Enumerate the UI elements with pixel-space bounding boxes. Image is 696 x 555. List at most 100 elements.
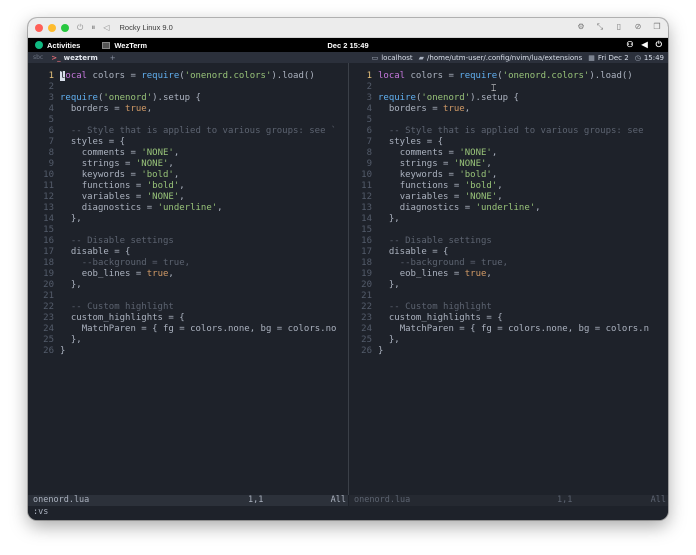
- line-number: 5: [366, 115, 372, 125]
- code-text: -- Disable settings: [388, 236, 492, 246]
- code-line[interactable]: 22 -- Custom highlight: [350, 302, 668, 313]
- code-line[interactable]: 10 keywords = 'bold',: [32, 170, 348, 181]
- vm-window: ⏻ ⏸ ◁ Rocky Linux 9.0 ⚙ ⤡ ▯ ⊘ ❐ Activiti…: [28, 18, 668, 520]
- line-number: 13: [43, 203, 54, 213]
- window-icon[interactable]: ❐: [652, 22, 662, 32]
- code-text: local colors = require('onenord.colors')…: [60, 71, 315, 81]
- resize-icon[interactable]: ⤡: [595, 22, 605, 32]
- line-number: 16: [361, 236, 372, 246]
- code-line[interactable]: 24 MatchParen = { fg = colors.none, bg =…: [32, 324, 348, 335]
- activities-label: Activities: [47, 40, 81, 50]
- path-label: /home/utm-user/.config/nvim/lua/extensio…: [427, 53, 583, 62]
- code-line[interactable]: 23 custom_highlights = {: [32, 313, 348, 324]
- code-line[interactable]: 16 -- Disable settings: [350, 236, 668, 247]
- code-line[interactable]: 22 -- Custom highlight: [32, 302, 348, 313]
- code-line[interactable]: 3 require('onenord').setup {: [350, 93, 668, 104]
- code-line[interactable]: 26}: [350, 346, 668, 357]
- code-line[interactable]: 15: [32, 225, 348, 236]
- code-line[interactable]: 19 eob_lines = true,: [350, 269, 668, 280]
- code-line[interactable]: 9 strings = 'NONE',: [350, 159, 668, 170]
- line-number: 3: [366, 93, 372, 103]
- code-text: MatchParen = { fg = colors.none, bg = co…: [81, 324, 337, 334]
- code-line[interactable]: 16 -- Disable settings: [32, 236, 348, 247]
- code-line[interactable]: 25 },: [32, 335, 348, 346]
- code-line[interactable]: 15: [350, 225, 668, 236]
- code-line[interactable]: 7 styles = {: [32, 137, 348, 148]
- back-icon[interactable]: ◁: [103, 23, 109, 32]
- code-line[interactable]: 17 disable = {: [32, 247, 348, 258]
- line-number: 11: [361, 181, 372, 191]
- code-line[interactable]: 11 functions = 'bold',: [32, 181, 348, 192]
- code-line[interactable]: 19 eob_lines = true,: [32, 269, 348, 280]
- date-label: Fri Dec 2: [597, 53, 629, 62]
- code-line[interactable]: 8 comments = 'NONE',: [350, 148, 668, 159]
- status-right: ▭ localhost ▰/home/utm-user/.config/nvim/…: [372, 52, 664, 63]
- nvim-editor[interactable]: 1 local colors = require('onenord.colors'…: [28, 63, 668, 520]
- split-divider[interactable]: [348, 63, 349, 495]
- code-line[interactable]: 24 MatchParen = { fg = colors.none, bg =…: [350, 324, 668, 335]
- code-line[interactable]: 6 -- Style that is applied to various gr…: [350, 126, 668, 137]
- code-line[interactable]: 11 functions = 'bold',: [350, 181, 668, 192]
- power-icon[interactable]: ⏻: [77, 23, 83, 33]
- code-line[interactable]: 5: [32, 115, 348, 126]
- code-line[interactable]: 17 disable = {: [350, 247, 668, 258]
- code-line[interactable]: 13 diagnostics = 'underline',: [32, 203, 348, 214]
- code-line[interactable]: 14 },: [32, 214, 348, 225]
- code-line[interactable]: 6 -- Style that is applied to various gr…: [32, 126, 348, 137]
- code-line[interactable]: 25 },: [350, 335, 668, 346]
- code-line[interactable]: 10 keywords = 'bold',: [350, 170, 668, 181]
- editor-pane-right[interactable]: ⌶ 1 local colors = require('onenord.color…: [350, 71, 668, 491]
- code-text: strings = 'NONE',: [399, 159, 492, 169]
- tab-wezterm[interactable]: >_ wezterm: [51, 54, 98, 62]
- line-number: 15: [43, 225, 54, 235]
- code-line[interactable]: 13 diagnostics = 'underline',: [350, 203, 668, 214]
- command-line[interactable]: :vs: [33, 507, 48, 518]
- code-line[interactable]: 23 custom_highlights = {: [350, 313, 668, 324]
- code-line[interactable]: 21: [32, 291, 348, 302]
- code-line[interactable]: 9 strings = 'NONE',: [32, 159, 348, 170]
- power-menu-icon: ⏻: [655, 40, 662, 49]
- pause-icon[interactable]: ⏸: [91, 23, 95, 33]
- code-line[interactable]: 5: [350, 115, 668, 126]
- code-line[interactable]: 7 styles = {: [350, 137, 668, 148]
- code-line[interactable]: 4 borders = true,: [350, 104, 668, 115]
- calendar-icon: ▦: [588, 53, 595, 62]
- code-line[interactable]: 18 --background = true,: [350, 258, 668, 269]
- line-number: 4: [366, 104, 372, 114]
- code-line[interactable]: 20 },: [350, 280, 668, 291]
- code-line[interactable]: 2: [350, 82, 668, 93]
- line-number: 5: [48, 115, 54, 125]
- code-line[interactable]: 1 local colors = require('onenord.colors'…: [32, 71, 348, 82]
- line-number: 25: [361, 335, 372, 345]
- minimize-window-button[interactable]: [48, 23, 56, 32]
- app-menu[interactable]: WezTerm: [102, 41, 147, 50]
- code-line[interactable]: 20 },: [32, 280, 348, 291]
- activities-button[interactable]: Activities: [35, 41, 80, 50]
- code-line[interactable]: 18 --background = true,: [32, 258, 348, 269]
- line-number: 9: [366, 159, 372, 169]
- status-cursor-position: 1,1: [248, 495, 264, 505]
- traffic-lights: [35, 23, 69, 32]
- code-line[interactable]: 21: [350, 291, 668, 302]
- new-tab-button[interactable]: +: [110, 54, 116, 62]
- maximize-window-button[interactable]: [61, 23, 69, 32]
- editor-pane-left[interactable]: 1 local colors = require('onenord.colors'…: [32, 71, 348, 491]
- code-line[interactable]: 12 variables = 'NONE',: [32, 192, 348, 203]
- code-line[interactable]: 26}: [32, 346, 348, 357]
- system-tray[interactable]: ⚇ ◀ ⏻: [626, 40, 662, 50]
- close-window-button[interactable]: [35, 23, 43, 32]
- code-line[interactable]: 4 borders = true,: [32, 104, 348, 115]
- code-text: }: [378, 346, 384, 356]
- gear-icon[interactable]: ⚙: [576, 22, 586, 32]
- line-number: 15: [361, 225, 372, 235]
- share-icon[interactable]: ⊘: [633, 22, 643, 32]
- code-line[interactable]: 3 require('onenord').setup {: [32, 93, 348, 104]
- code-line[interactable]: 14 },: [350, 214, 668, 225]
- code-line[interactable]: 8 comments = 'NONE',: [32, 148, 348, 159]
- code-line[interactable]: 2: [32, 82, 348, 93]
- usb-icon[interactable]: ▯: [614, 22, 624, 32]
- code-line[interactable]: 12 variables = 'NONE',: [350, 192, 668, 203]
- line-number: 18: [43, 258, 54, 268]
- code-line[interactable]: 1 local colors = require('onenord.colors'…: [350, 71, 668, 82]
- line-number: 6: [48, 126, 54, 136]
